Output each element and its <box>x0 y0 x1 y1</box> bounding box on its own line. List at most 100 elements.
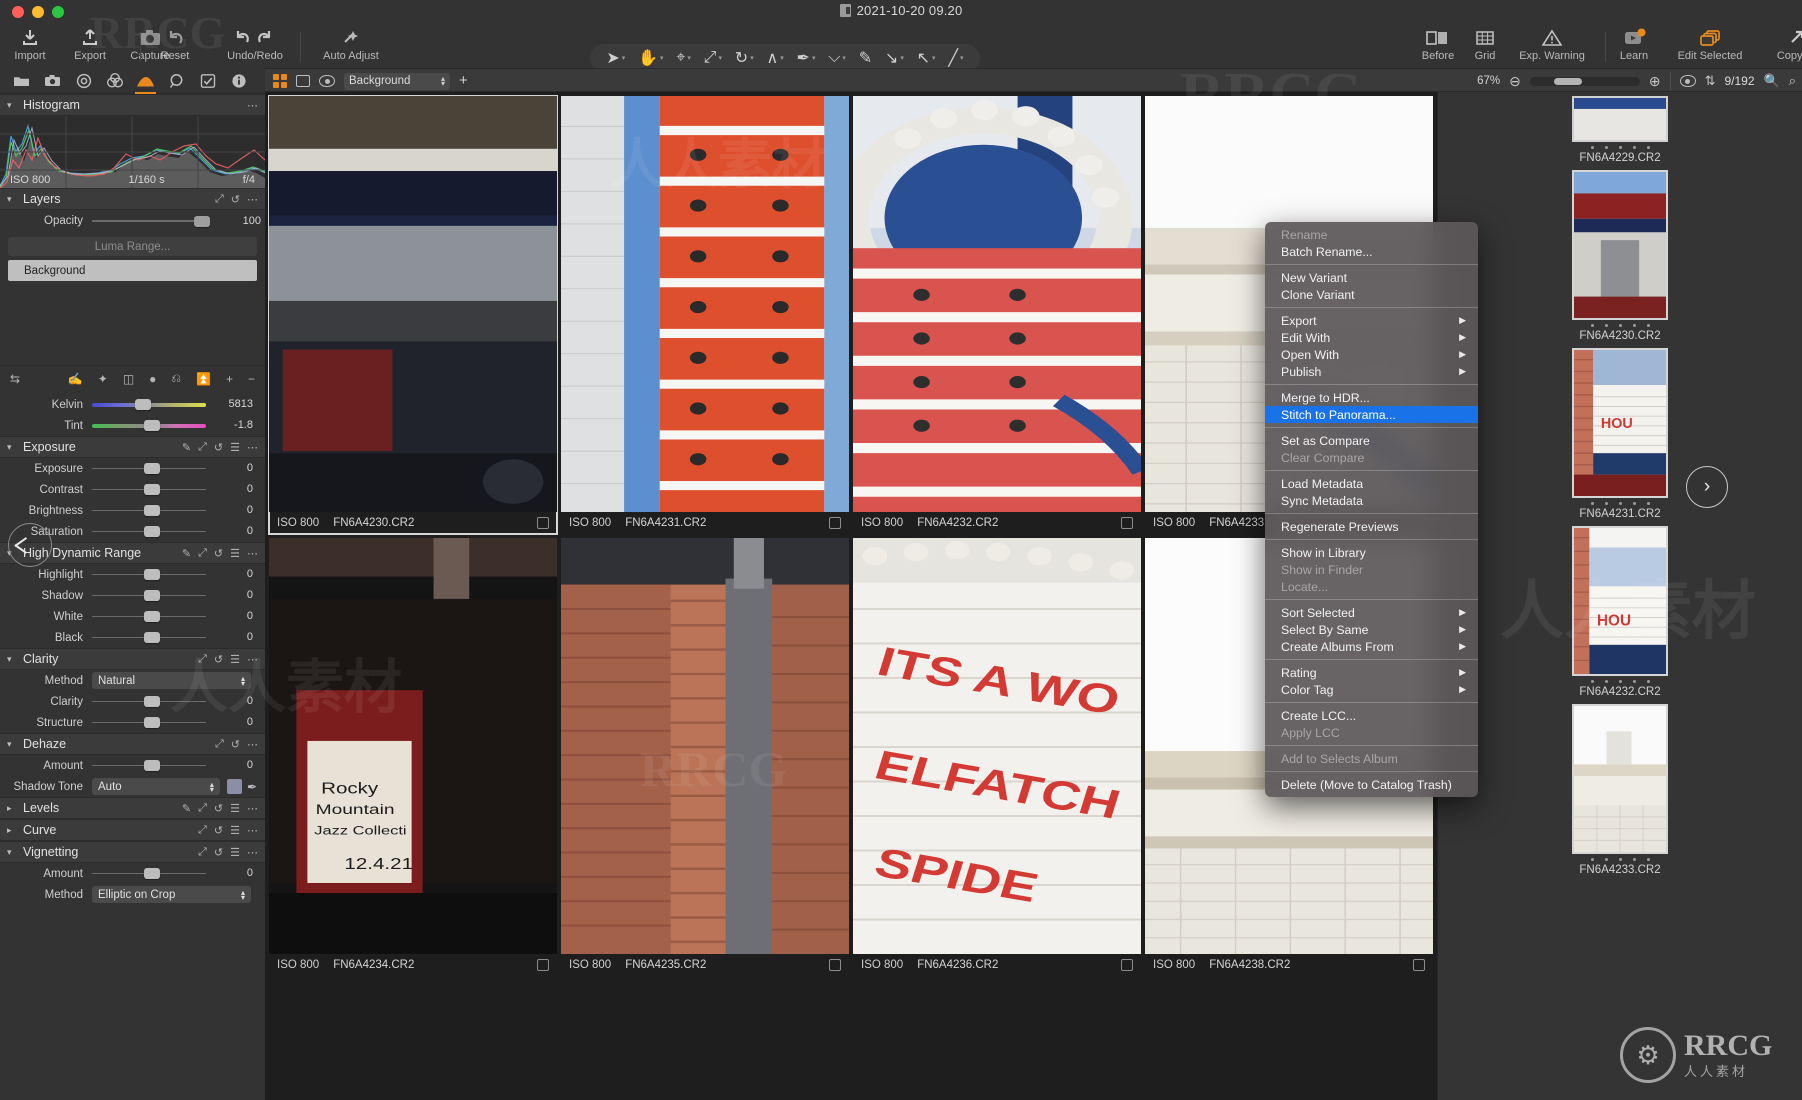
filmstrip-item[interactable]: FN6A4233.CR2 <box>1438 704 1802 876</box>
clarity-method-select[interactable]: Natural ▴ ▾ <box>92 672 251 689</box>
chevron-down-icon[interactable]: ▾ <box>7 194 17 205</box>
sort-arrows-icon[interactable]: ⇅ <box>1705 73 1716 89</box>
opacity-row[interactable]: Opacity 100 <box>0 210 265 232</box>
more-icon[interactable]: ⋯ <box>247 802 258 815</box>
swap-icon[interactable]: ⇆ <box>10 372 20 386</box>
vignetting-method-row[interactable]: Method Elliptic on Crop ▴ ▾ <box>0 884 265 905</box>
add-layer-icon[interactable]: + <box>226 372 233 386</box>
shadow-tone-swatch[interactable] <box>226 779 242 794</box>
lens-tab-icon[interactable] <box>68 68 99 94</box>
opacity-slider[interactable] <box>92 214 210 228</box>
auto-adjust-button[interactable]: Auto Adjust <box>305 24 397 62</box>
eraser-tool-icon[interactable]: ⌵ ▾ <box>828 49 846 67</box>
structure-slider[interactable] <box>92 716 206 730</box>
rating-dots[interactable] <box>1590 324 1650 327</box>
reset-arrow-icon[interactable]: ↺ <box>214 441 223 454</box>
dehaze-amount-slider[interactable] <box>92 759 206 773</box>
context-menu-item[interactable]: Set as Compare <box>1265 432 1478 449</box>
curve-header[interactable]: ▸ Curve ⤢ ↺ ☰ ⋯ <box>0 819 265 841</box>
thumbnail-checkbox[interactable] <box>537 517 549 529</box>
exposure-dial-overlay[interactable] <box>8 523 52 567</box>
eye-icon[interactable] <box>319 75 335 87</box>
expand-icon[interactable]: ⤢ <box>198 802 207 815</box>
dehaze-actions[interactable]: ⤢ ↺ ⋯ <box>215 738 258 751</box>
context-menu-item[interactable]: Select By Same ▶ <box>1265 621 1478 638</box>
rating-dots[interactable] <box>1590 680 1650 683</box>
filter-search-icon[interactable]: ⌕ <box>1789 73 1796 89</box>
histogram-header[interactable]: ▾ Histogram ⋯ <box>0 94 265 116</box>
context-menu-item[interactable]: Sync Metadata <box>1265 492 1478 509</box>
reset-arrow-icon[interactable]: ↺ <box>214 824 223 837</box>
dehaze-amount-row[interactable]: Amount 0 <box>0 755 265 776</box>
chevron-down-icon[interactable]: ▾ <box>7 847 17 858</box>
white-slider-row[interactable]: White 0 <box>0 606 265 627</box>
picker-icon[interactable]: ✎ <box>182 547 191 560</box>
next-image-button[interactable]: › <box>1686 466 1728 508</box>
context-menu-item[interactable]: Publish ▶ <box>1265 363 1478 380</box>
brightness-slider-row[interactable]: Brightness 0 <box>0 500 265 521</box>
before-after-button[interactable]: Before <box>1413 24 1463 62</box>
thumbnail-image[interactable] <box>561 96 849 512</box>
kelvin-row[interactable]: Kelvin 5813 <box>0 394 265 415</box>
crop-tool-icon[interactable]: ⤢ ▾ <box>704 49 722 67</box>
variant-select[interactable]: Background ▴ ▾ <box>344 72 450 90</box>
context-menu-item[interactable]: Clone Variant <box>1265 286 1478 303</box>
thumbnail-checkbox[interactable] <box>829 959 841 971</box>
menu-icon[interactable]: ☰ <box>230 547 240 560</box>
context-menu-item[interactable]: Show in Library <box>1265 544 1478 561</box>
reset-arrow-icon[interactable]: ↺ <box>214 802 223 815</box>
brightness-slider[interactable] <box>92 504 206 518</box>
contrast-slider[interactable] <box>92 483 206 497</box>
context-menu-item[interactable]: Color Tag ▶ <box>1265 681 1478 698</box>
shadow-slider-row[interactable]: Shadow 0 <box>0 585 265 606</box>
clarity-header[interactable]: ▾ Clarity ⤢ ↺ ☰ ⋯ <box>0 648 265 670</box>
rating-dots[interactable] <box>1590 502 1650 505</box>
filmstrip-item[interactable]: FN6A4230.CR2 <box>1438 170 1802 342</box>
thumbnail-checkbox[interactable] <box>1121 959 1133 971</box>
exposure-slider[interactable] <box>92 462 206 476</box>
eraser-icon[interactable]: ⎌ <box>171 371 181 386</box>
layer-row-background[interactable]: Background <box>8 260 257 281</box>
thumbnail-checkbox[interactable] <box>537 959 549 971</box>
export-button[interactable]: Export <box>60 24 120 62</box>
filmstrip-thumbnail[interactable] <box>1572 704 1668 854</box>
chevron-down-icon[interactable]: ▾ <box>7 654 17 665</box>
shadow-tone-row[interactable]: Shadow Tone Auto ▴ ▾ ✒ <box>0 776 265 797</box>
thumbnail-image[interactable] <box>853 96 1141 512</box>
single-view-icon[interactable] <box>296 75 310 87</box>
grid-cell[interactable]: Rocky Mountain Jazz Collecti 12.4.21 ISO… <box>269 538 557 976</box>
pan-tool-icon[interactable]: ✋ ▾ <box>638 48 663 68</box>
layers-header[interactable]: ▾ Layers ⤢ ↺ ⋯ <box>0 188 265 210</box>
grid-cell[interactable]: ISO 800 FN6A4230.CR2 <box>268 95 558 535</box>
menu-icon[interactable]: ☰ <box>230 824 240 837</box>
grid-view-icon[interactable] <box>273 74 287 88</box>
grid-cell[interactable]: ISO 800 FN6A4235.CR2 <box>561 538 849 976</box>
grid-cell[interactable]: ITS A WO ELFATCH SPIDE ISO 800 FN6A4236.… <box>853 538 1141 976</box>
levels-header[interactable]: ▸ Levels ✎ ⤢ ↺ ☰ ⋯ <box>0 797 265 819</box>
histogram-actions[interactable]: ⋯ <box>247 99 258 112</box>
picker-icon[interactable]: ✎ <box>182 802 191 815</box>
menu-icon[interactable]: ☰ <box>230 441 240 454</box>
rotate-tool-icon[interactable]: ↻ ▾ <box>735 48 754 68</box>
saturation-slider[interactable] <box>92 525 206 539</box>
context-menu-item[interactable]: New Variant <box>1265 269 1478 286</box>
exposure-actions[interactable]: ✎ ⤢ ↺ ☰ ⋯ <box>182 441 258 454</box>
capture-tab-icon[interactable] <box>37 68 68 94</box>
contrast-slider-row[interactable]: Contrast 0 <box>0 479 265 500</box>
filmstrip-thumbnail[interactable] <box>1572 170 1668 320</box>
color-tab-icon[interactable] <box>99 68 130 94</box>
context-menu-item[interactable]: Merge to HDR... <box>1265 389 1478 406</box>
menu-icon[interactable]: ☰ <box>230 653 240 666</box>
expand-icon[interactable]: ⤢ <box>198 846 207 859</box>
learn-button[interactable]: Learn <box>1608 24 1660 62</box>
context-menu-item[interactable]: Load Metadata <box>1265 475 1478 492</box>
visibility-icon[interactable] <box>1679 75 1696 87</box>
hdr-actions[interactable]: ✎ ⤢ ↺ ☰ ⋯ <box>182 547 258 560</box>
menu-icon[interactable]: ☰ <box>230 846 240 859</box>
metadata-tab-icon[interactable] <box>223 68 254 94</box>
chevron-right-icon[interactable]: ▸ <box>7 825 17 836</box>
vignetting-actions[interactable]: ⤢ ↺ ☰ ⋯ <box>198 846 258 859</box>
spot-removal-tool-icon[interactable]: ✒ ▾ <box>797 48 816 68</box>
more-icon[interactable]: ⋯ <box>247 738 258 751</box>
more-icon[interactable]: ⋯ <box>247 99 258 112</box>
